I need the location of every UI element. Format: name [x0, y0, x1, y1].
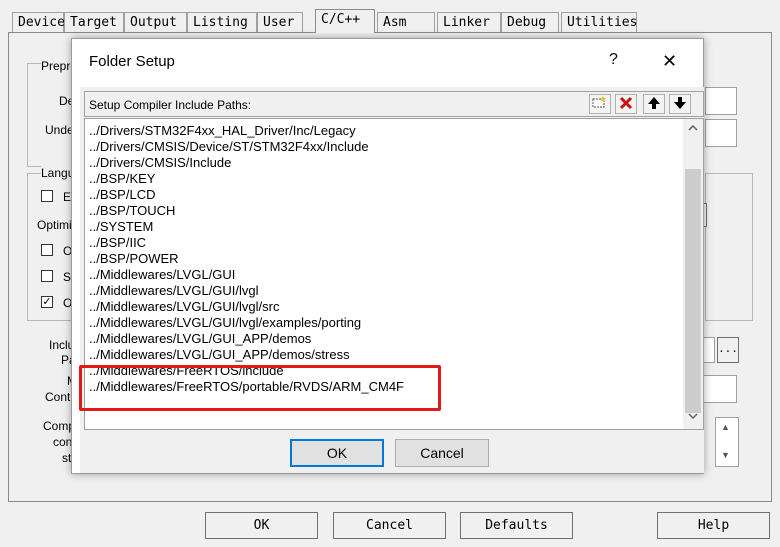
scroll-down-arrow-icon[interactable]: [683, 409, 703, 426]
list-item[interactable]: ../BSP/KEY: [89, 171, 155, 187]
delete-icon[interactable]: [615, 94, 637, 114]
list-item[interactable]: ../SYSTEM: [89, 219, 153, 235]
define-field[interactable]: [705, 87, 737, 115]
tab-cc[interactable]: C/C++: [315, 9, 375, 33]
scroll-up-arrow-icon[interactable]: [683, 121, 703, 138]
list-scrollbar[interactable]: [683, 119, 703, 429]
list-item[interactable]: ../Drivers/CMSIS/Include: [89, 155, 231, 171]
tab-utilities[interactable]: Utilities: [561, 12, 637, 32]
include-paths-browse-button[interactable]: ...: [717, 337, 739, 363]
list-item[interactable]: ../BSP/POWER: [89, 251, 179, 267]
right-groupbox: [705, 173, 753, 321]
new-folder-icon[interactable]: [589, 94, 611, 114]
list-item[interactable]: ../Middlewares/LVGL/GUI: [89, 267, 235, 283]
list-item[interactable]: ../BSP/IIC: [89, 235, 146, 251]
language-label: Langu: [41, 166, 75, 180]
help-button[interactable]: Help: [657, 512, 770, 539]
dialog-ok-button[interactable]: OK: [290, 439, 384, 467]
tab-user[interactable]: User: [257, 12, 303, 32]
ok-button[interactable]: OK: [205, 512, 318, 539]
execute-only-checkbox[interactable]: [41, 190, 53, 202]
include-paths-label: Setup Compiler Include Paths:: [89, 98, 252, 112]
dialog-cancel-button[interactable]: Cancel: [395, 439, 489, 467]
list-item[interactable]: ../BSP/LCD: [89, 187, 155, 203]
arrow-down-icon[interactable]: [669, 94, 691, 114]
scroll-thumb[interactable]: [685, 169, 701, 413]
scroll-down-icon[interactable]: ▼: [721, 450, 730, 460]
arrow-up-icon[interactable]: [643, 94, 665, 114]
tab-output[interactable]: Output: [124, 12, 187, 32]
list-item[interactable]: ../Middlewares/LVGL/GUI/lvgl/src: [89, 299, 279, 315]
controls-label: Contr: [45, 390, 75, 404]
defaults-button[interactable]: Defaults: [460, 512, 573, 539]
list-item[interactable]: ../Middlewares/LVGL/GUI/lvgl: [89, 283, 259, 299]
tab-listing[interactable]: Listing: [187, 12, 257, 32]
tab-linker[interactable]: Linker: [437, 12, 501, 32]
optimize-checkbox[interactable]: [41, 244, 53, 256]
one-elf-checkbox[interactable]: ✓: [41, 296, 53, 308]
tab-device[interactable]: Device: [12, 12, 65, 32]
tab-asm[interactable]: Asm: [377, 12, 435, 32]
tab-debug[interactable]: Debug: [501, 12, 559, 32]
help-icon[interactable]: ?: [609, 51, 618, 69]
undefine-field[interactable]: [705, 119, 737, 147]
list-item[interactable]: ../Middlewares/LVGL/GUI/lvgl/examples/po…: [89, 315, 361, 331]
compiler-control-string-field[interactable]: ▲ ▼: [715, 417, 739, 467]
close-icon[interactable]: ✕: [662, 51, 677, 72]
list-item[interactable]: ../Middlewares/LVGL/GUI_APP/demos/stress: [89, 347, 350, 363]
highlight-annotation: [79, 365, 441, 411]
folder-setup-dialog: Folder Setup ? ✕ Setup Compiler Include …: [71, 38, 704, 474]
list-item[interactable]: ../Drivers/STM32F4xx_HAL_Driver/Inc/Lega…: [89, 123, 356, 139]
tab-target[interactable]: Target: [64, 12, 124, 32]
scroll-up-icon[interactable]: ▲: [721, 422, 730, 432]
list-item[interactable]: ../Middlewares/LVGL/GUI_APP/demos: [89, 331, 311, 347]
cancel-button[interactable]: Cancel: [333, 512, 446, 539]
dialog-body: Setup Compiler Include Paths: ../Drivers…: [80, 87, 704, 473]
include-paths-header: Setup Compiler Include Paths:: [84, 91, 704, 117]
split-sections-checkbox[interactable]: [41, 270, 53, 282]
dialog-title: Folder Setup: [89, 53, 175, 70]
list-item[interactable]: ../BSP/TOUCH: [89, 203, 175, 219]
list-item[interactable]: ../Drivers/CMSIS/Device/ST/STM32F4xx/Inc…: [89, 139, 369, 155]
